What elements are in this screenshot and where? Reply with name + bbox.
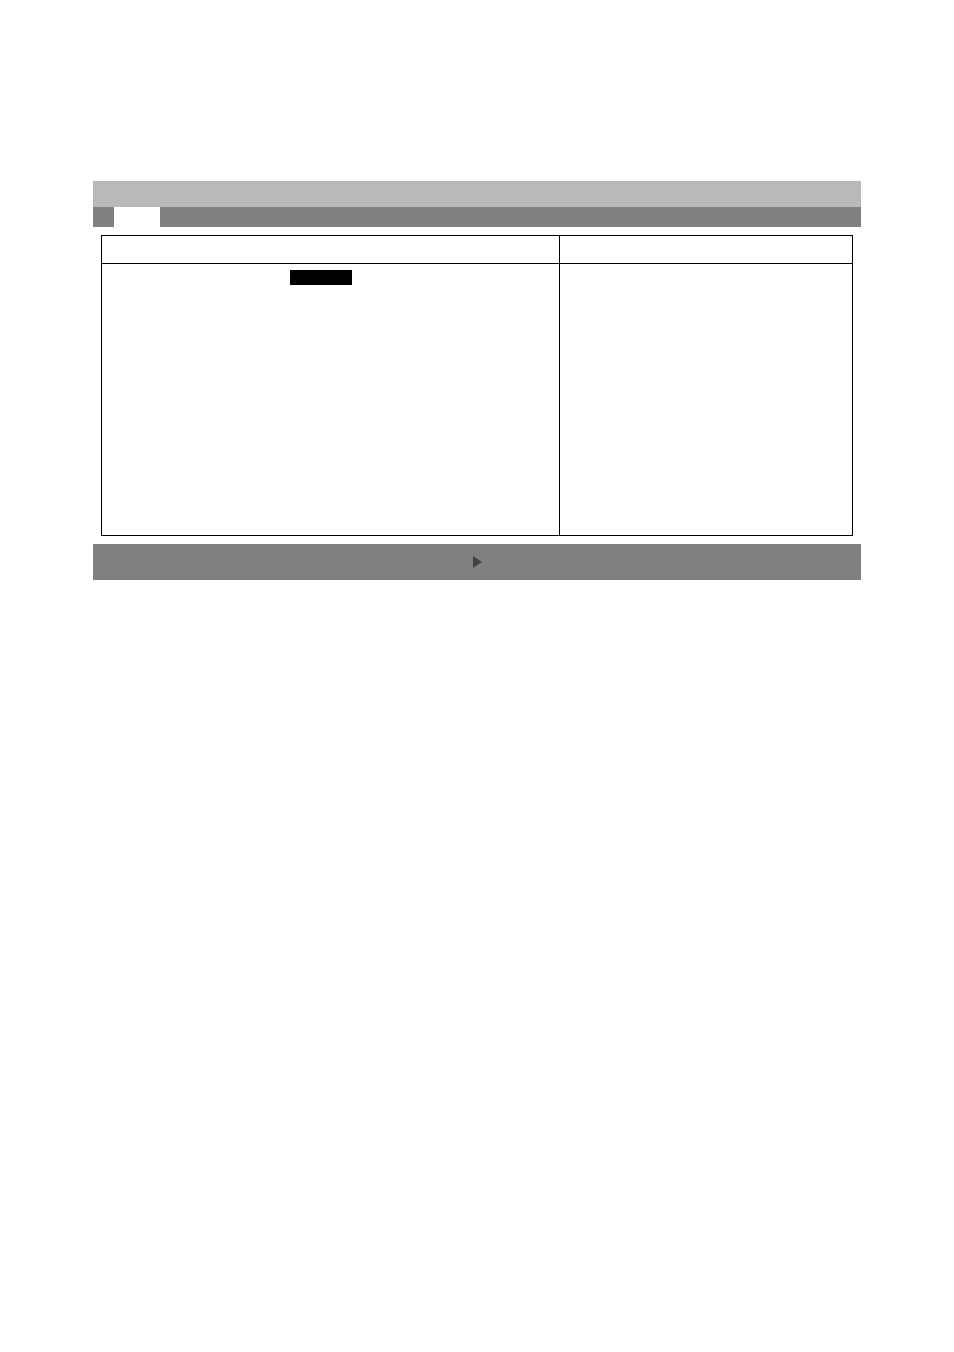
table-header-left [102, 236, 560, 264]
table-cell-left [102, 264, 560, 536]
settings-table [101, 235, 853, 536]
card-top-strip [93, 181, 861, 207]
highlighted-token [290, 270, 352, 285]
table-row [102, 264, 853, 536]
page [0, 0, 954, 1352]
tab-spacer [93, 207, 114, 227]
play-arrow-icon [473, 556, 482, 568]
footer-bar [93, 544, 861, 580]
tab-active[interactable] [114, 207, 160, 227]
panel [93, 227, 861, 544]
tab-row [93, 207, 861, 227]
table-header-row [102, 236, 853, 264]
table-header-right [560, 236, 853, 264]
table-cell-right [560, 264, 853, 536]
settings-card [93, 181, 861, 580]
